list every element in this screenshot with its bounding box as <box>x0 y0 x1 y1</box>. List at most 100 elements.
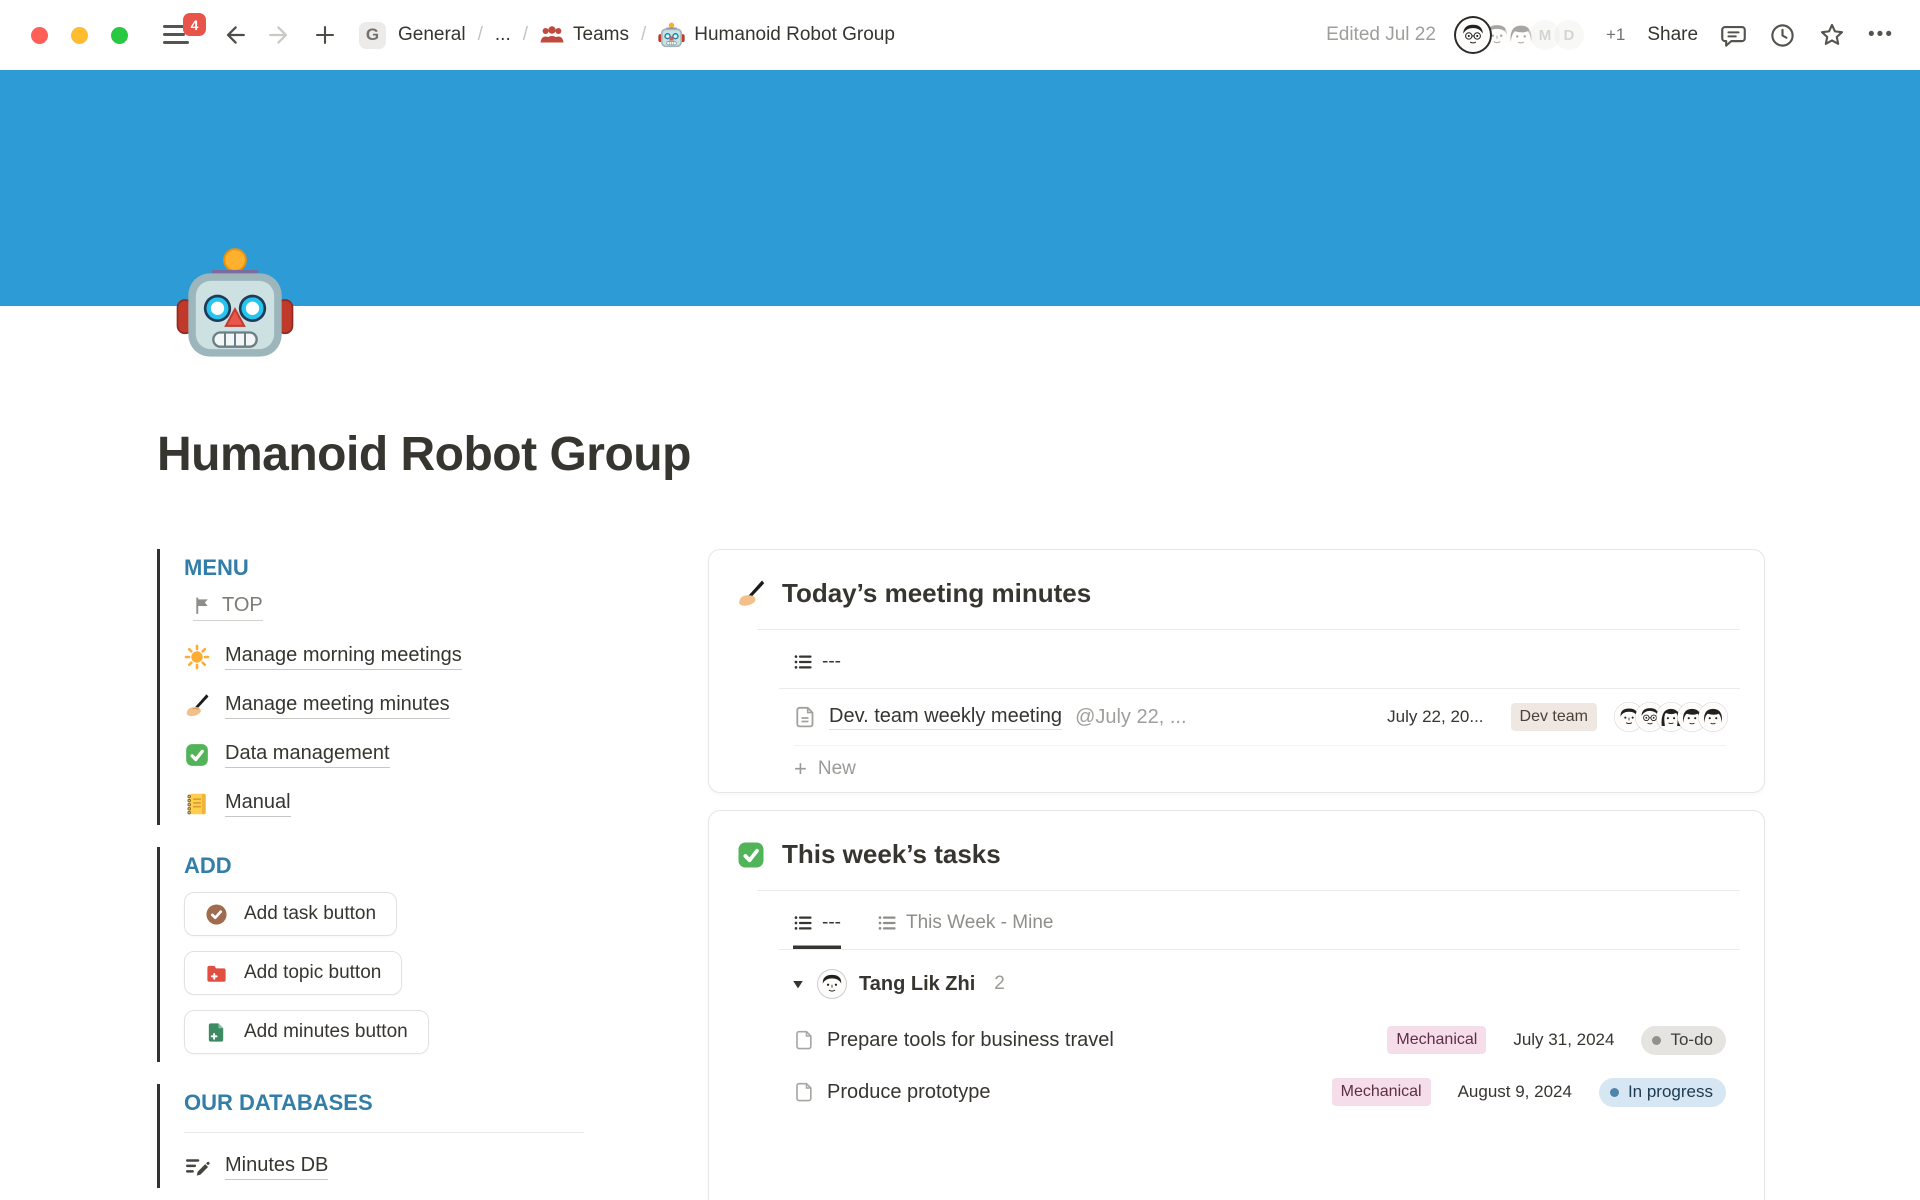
task-title: Produce prototype <box>827 1081 990 1104</box>
add-task-button[interactable]: Add task button <box>184 892 397 936</box>
card-title: This week’s tasks <box>782 839 1001 870</box>
plus-icon <box>313 23 337 47</box>
list-pencil-icon <box>184 1154 210 1180</box>
status-badge: In progress <box>1599 1078 1726 1107</box>
breadcrumb-ellipsis[interactable]: ... <box>495 24 511 46</box>
new-row-button[interactable]: + New <box>794 746 1764 792</box>
avatar-letter: D <box>1554 20 1584 50</box>
menu-section: MENU TOP Mana <box>157 549 612 825</box>
group-row: Tang Lik Zhi 2 <box>791 954 1726 1014</box>
triangle-down-icon[interactable] <box>791 977 805 991</box>
sun-icon <box>184 644 210 670</box>
arrow-right-icon <box>267 22 293 48</box>
menu-link-top[interactable]: TOP <box>193 594 263 621</box>
task-meta: Mechanical July 31, 2024 To-do <box>1387 1026 1726 1055</box>
presence-avatars[interactable]: M D <box>1458 20 1584 50</box>
status-dot <box>1652 1036 1661 1045</box>
menu-link-top-label: TOP <box>222 594 263 617</box>
status-label: In progress <box>1628 1082 1713 1102</box>
toolbar-right: Edited Jul 22 M D +1 Share <box>1326 20 1894 50</box>
breadcrumb-current-page[interactable]: Humanoid Robot Group <box>658 22 895 49</box>
page-icon <box>794 1082 814 1102</box>
breadcrumb-separator: / <box>523 24 528 46</box>
menu-link-data-management[interactable]: Data management <box>184 742 612 768</box>
breadcrumb: G General / ... / Teams / Humanoid Robot… <box>359 22 895 49</box>
writing-hand-icon <box>736 579 766 609</box>
star-icon <box>1818 21 1846 49</box>
breadcrumb-separator: / <box>478 24 483 46</box>
notion-window: 4 G General / ... / Teams <box>0 0 1920 1200</box>
meeting-row[interactable]: Dev. team weekly meeting @July 22, ... J… <box>794 689 1726 746</box>
weekly-tasks-card: This week’s tasks --- This Week - Mine <box>708 810 1765 1200</box>
divider <box>184 1132 584 1133</box>
teamspace-badge[interactable]: G <box>359 22 386 49</box>
team-tag: Dev team <box>1511 703 1597 730</box>
card-title: Today’s meeting minutes <box>782 578 1091 609</box>
view-tab-label: --- <box>822 651 841 673</box>
more-options-button[interactable]: ••• <box>1868 24 1894 46</box>
share-button[interactable]: Share <box>1647 24 1698 46</box>
updates-button[interactable] <box>1769 22 1796 49</box>
plus-icon: + <box>794 758 807 780</box>
minutes-db-label: Minutes DB <box>225 1154 328 1180</box>
task-title: Prepare tools for business travel <box>827 1029 1114 1052</box>
card-header: This week’s tasks <box>709 811 1764 870</box>
breadcrumb-teams-label: Teams <box>573 24 629 46</box>
toolbar: 4 G General / ... / Teams <box>0 0 1920 70</box>
breadcrumb-page-label: Humanoid Robot Group <box>694 24 895 46</box>
task-date: July 31, 2024 <box>1513 1030 1614 1050</box>
menu-link-morning-meetings[interactable]: Manage morning meetings <box>184 644 612 670</box>
view-tab-default[interactable]: --- <box>793 630 841 688</box>
add-minutes-label: Add minutes button <box>244 1021 408 1043</box>
date-mention: @July 22, ... <box>1075 706 1186 729</box>
breadcrumb-teams[interactable]: Teams <box>540 24 629 46</box>
robot-icon <box>658 22 685 49</box>
menu-link-manual[interactable]: Manual <box>184 791 612 817</box>
list-view-icon <box>793 913 813 933</box>
close-window-button[interactable] <box>31 27 48 44</box>
last-edited-label: Edited Jul 22 <box>1326 24 1436 46</box>
minimize-window-button[interactable] <box>71 27 88 44</box>
page-icon-robot[interactable] <box>175 245 295 365</box>
list-view-icon <box>793 652 813 672</box>
writing-hand-icon <box>184 693 210 719</box>
green-file-plus-icon <box>205 1021 228 1044</box>
add-topic-label: Add topic button <box>244 962 381 984</box>
presence-overflow-count[interactable]: +1 <box>1606 25 1625 45</box>
forward-button[interactable] <box>267 22 293 48</box>
add-section: ADD Add task button Add topic button <box>157 847 612 1062</box>
page-icon <box>794 1030 814 1050</box>
left-column: MENU TOP Mana <box>157 549 612 1200</box>
meeting-date: July 22, 20... <box>1387 707 1483 727</box>
page-title: Humanoid Robot Group <box>157 427 691 482</box>
menu-heading: MENU <box>184 555 612 581</box>
minutes-db-link[interactable]: Minutes DB <box>184 1154 612 1180</box>
group-name: Tang Lik Zhi <box>859 973 975 996</box>
add-task-label: Add task button <box>244 903 376 925</box>
task-meta: Mechanical August 9, 2024 In progress <box>1332 1078 1726 1107</box>
task-row[interactable]: Produce prototype Mechanical August 9, 2… <box>794 1066 1726 1118</box>
avatar <box>1458 20 1488 50</box>
arrow-left-icon <box>221 22 247 48</box>
view-tab-this-week-mine[interactable]: This Week - Mine <box>877 891 1053 949</box>
new-tab-button[interactable] <box>313 23 337 47</box>
add-minutes-button[interactable]: Add minutes button <box>184 1010 429 1054</box>
menu-link-meeting-minutes[interactable]: Manage meeting minutes <box>184 693 612 719</box>
view-tabs: --- This Week - Mine <box>779 891 1740 950</box>
comment-icon <box>1720 22 1747 49</box>
add-topic-button[interactable]: Add topic button <box>184 951 402 995</box>
zoom-window-button[interactable] <box>111 27 128 44</box>
back-button[interactable] <box>221 22 247 48</box>
assignee-avatars <box>1616 704 1726 730</box>
task-row[interactable]: Prepare tools for business travel Mechan… <box>794 1014 1726 1066</box>
right-column: Today’s meeting minutes --- Dev. team we… <box>708 549 1765 1200</box>
meeting-title: Dev. team weekly meeting <box>829 705 1062 730</box>
category-tag: Mechanical <box>1332 1078 1431 1105</box>
document-icon <box>794 706 816 728</box>
favorite-button[interactable] <box>1818 21 1846 49</box>
comments-button[interactable] <box>1720 22 1747 49</box>
breadcrumb-general[interactable]: General <box>398 24 466 46</box>
sidebar-toggle-button[interactable]: 4 <box>163 22 193 48</box>
view-tab-default[interactable]: --- <box>793 891 841 949</box>
avatar <box>1700 704 1726 730</box>
